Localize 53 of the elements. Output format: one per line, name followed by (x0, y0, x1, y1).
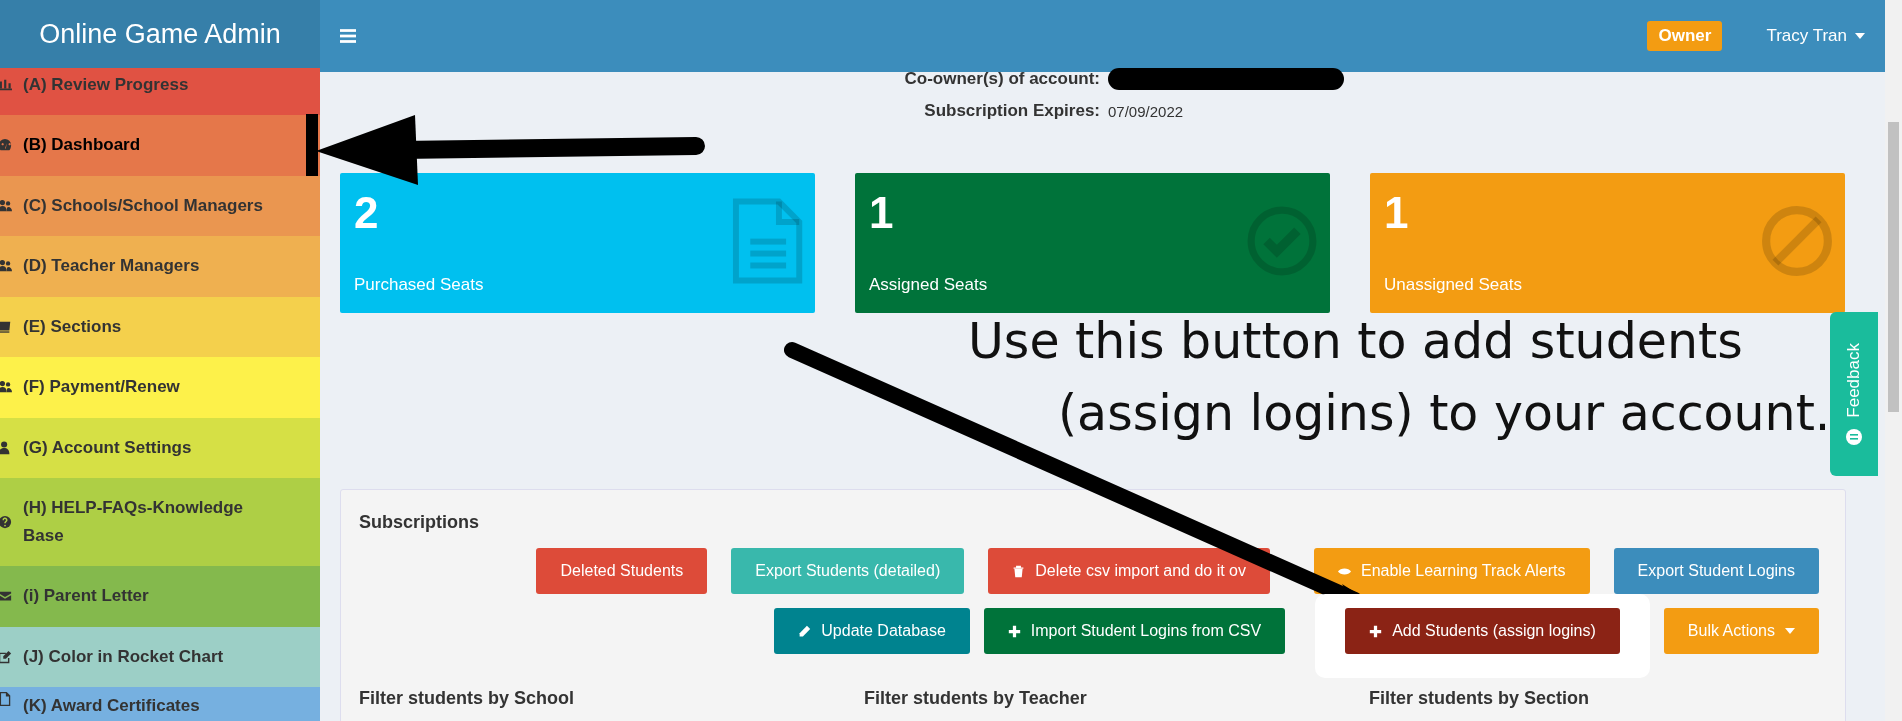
panel-title: Subscriptions (359, 512, 480, 533)
users-icon (0, 380, 12, 395)
stat-label: Purchased Seats (354, 275, 484, 295)
menu-icon[interactable] (340, 29, 356, 43)
stat-count: 1 (1384, 187, 1410, 239)
app-title: Online Game Admin (39, 18, 281, 50)
sidebar-item[interactable]: (G) Account Settings (0, 417, 320, 478)
edit-icon (0, 649, 12, 664)
plus-icon (1369, 624, 1383, 638)
users-icon (0, 198, 12, 213)
annotation-text: Use this button to add students (assign logins) to your account. (968, 312, 1832, 444)
owner-badge: Owner (1647, 21, 1723, 51)
sidebar-item[interactable]: (H) HELP-FAQs-Knowledge Base (0, 478, 320, 566)
sidebar-item[interactable]: (J) Color in Rocket Chart (0, 626, 320, 687)
sidebar-item[interactable]: (K) Award Certificates (0, 687, 320, 721)
chat-icon (1846, 429, 1862, 446)
filter-label: Filter students by Teacher (864, 688, 1088, 709)
chart-icon (0, 78, 12, 92)
field-label: Subscription Expires: (923, 101, 1100, 121)
help-icon (0, 515, 12, 529)
sidebar-item[interactable]: (E) Sections (0, 296, 320, 357)
field-value: 07/09/2022 (1108, 102, 1184, 120)
action-button[interactable]: Delete csv import and do it ov (988, 548, 1270, 594)
stat-count: 1 (869, 187, 895, 239)
action-button[interactable]: Export Student Logins (1613, 548, 1819, 594)
caret-icon (1855, 33, 1865, 39)
user-icon (0, 440, 12, 455)
field-label: Co-owner(s) of account: (903, 69, 1100, 89)
users-icon (0, 259, 12, 274)
trash-icon (1012, 564, 1026, 578)
sidebar-item[interactable]: (D) Teacher Managers (0, 236, 320, 297)
stat-count: 2 (354, 187, 380, 239)
action-button[interactable]: Import Student Logins from CSV (983, 608, 1286, 654)
document-icon (731, 198, 803, 284)
gauge-icon (0, 138, 12, 153)
sidebar-item[interactable]: (A) Review Progress (0, 68, 320, 115)
pencil-icon (798, 624, 812, 638)
filter-label: Filter students by School (359, 688, 576, 709)
sidebar-item[interactable]: (C) Schools/School Managers (0, 175, 320, 236)
sidebar-item[interactable]: (i) Parent Letter (0, 566, 320, 627)
plus-icon (1007, 624, 1021, 638)
sidebar-item[interactable]: (B) Dashboard (0, 115, 320, 176)
sidebar-item[interactable]: (F) Payment/Renew (0, 357, 320, 418)
document-icon (0, 692, 12, 706)
action-button[interactable]: Add Students (assign logins) (1345, 608, 1620, 654)
stat-label: Unassigned Seats (1384, 275, 1522, 295)
book-icon (0, 319, 12, 334)
action-button[interactable]: Deleted Students (536, 548, 708, 594)
filter-label: Filter students by Section (1369, 688, 1591, 709)
action-button[interactable]: Update Database (774, 608, 970, 654)
user-menu[interactable]: Tracy Tran (1766, 26, 1865, 46)
scrollbar-thumb[interactable] (1888, 122, 1899, 412)
stat-label: Assigned Seats (869, 275, 988, 295)
